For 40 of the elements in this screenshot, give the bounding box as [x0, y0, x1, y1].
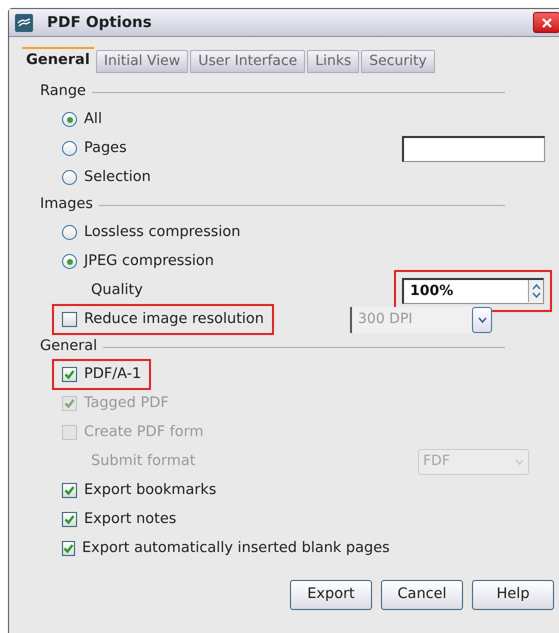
spin-arrows-icon[interactable]	[528, 280, 543, 302]
caret-icon	[515, 458, 524, 464]
radio-button[interactable]	[62, 170, 77, 185]
dialog-button[interactable]: Export	[290, 580, 372, 610]
dialog-button[interactable]: Help	[472, 580, 554, 610]
pages-field[interactable]	[402, 136, 545, 162]
tab[interactable]: User Interface	[190, 50, 306, 73]
tab[interactable]: Initial View	[96, 50, 188, 73]
checkbox-label[interactable]: Export automatically inserted blank pages	[82, 538, 390, 560]
radio-label[interactable]: Selection	[84, 166, 151, 188]
checkbox-label[interactable]: Reduce image resolution	[84, 308, 264, 330]
radio-label[interactable]: Pages	[84, 138, 127, 160]
radio-button[interactable]	[62, 225, 77, 240]
radio-label[interactable]: JPEG compression	[84, 250, 214, 272]
checkbox[interactable]	[62, 312, 77, 327]
checkbox[interactable]	[62, 541, 75, 556]
field-label: Quality	[91, 280, 143, 300]
quality-spin-field[interactable]: 100%	[402, 278, 544, 304]
app-icon	[15, 14, 33, 32]
section-label: Images	[40, 195, 93, 214]
checkbox[interactable]	[62, 483, 77, 498]
section-label: Range	[40, 82, 86, 102]
field-label: Submit format	[91, 452, 196, 471]
window-title: PDF Options	[47, 12, 152, 34]
radio-label[interactable]: Lossless compression	[84, 222, 240, 244]
checkbox-label[interactable]: PDF/A-1	[84, 364, 142, 386]
close-icon	[542, 18, 552, 28]
tab[interactable]: Links	[307, 50, 360, 73]
radio-label[interactable]: All	[84, 108, 102, 130]
radio-button[interactable]	[62, 254, 77, 269]
radio-button[interactable]	[62, 141, 77, 156]
checkbox[interactable]	[62, 367, 77, 382]
dialog-button[interactable]: Cancel	[381, 580, 463, 610]
checkbox-label[interactable]: Export bookmarks	[84, 480, 216, 502]
close-button[interactable]	[533, 12, 559, 33]
radio-button[interactable]	[62, 112, 77, 127]
tab[interactable]: Security	[361, 50, 435, 73]
checkbox[interactable]	[62, 512, 77, 527]
checkbox-label[interactable]: Export notes	[84, 508, 176, 530]
section-label: General	[40, 337, 98, 356]
